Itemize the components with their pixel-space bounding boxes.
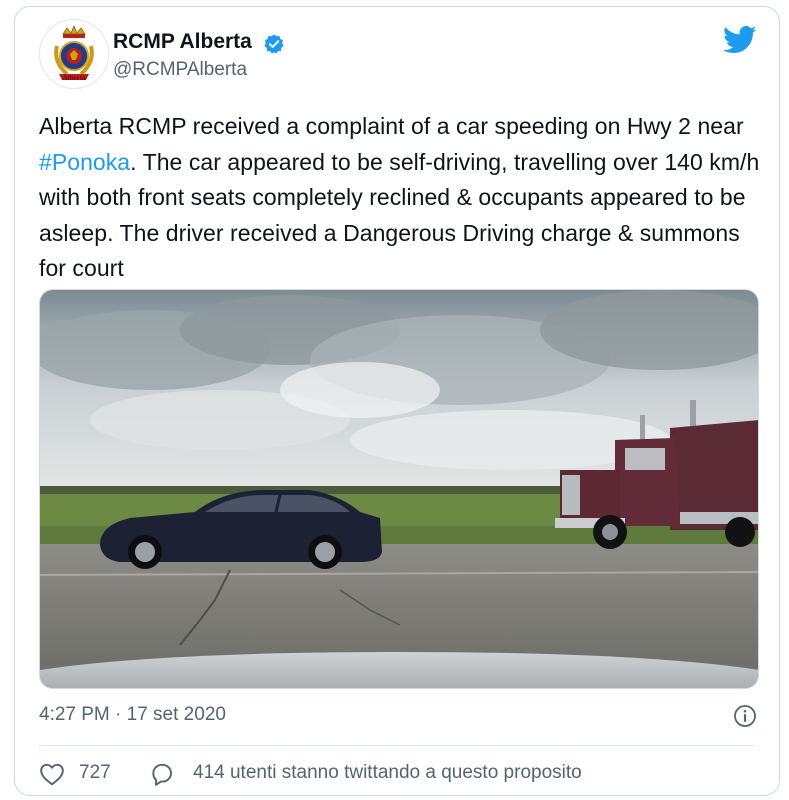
tweet-timestamp[interactable]: 4:27 PM · 17 set 2020 — [39, 704, 226, 726]
speech-bubble-icon[interactable] — [149, 761, 175, 787]
info-icon[interactable] — [733, 704, 757, 728]
tweet-text: Alberta RCMP received a complaint of a c… — [39, 109, 769, 287]
tweet-text-part-2: . The car appeared to be self-driving, t… — [39, 148, 760, 282]
author-handle[interactable]: @RCMPAlberta — [113, 59, 247, 81]
divider — [39, 745, 755, 746]
conversation-link[interactable]: 414 utenti stanno twittando a questo pro… — [193, 762, 582, 784]
author-name[interactable]: RCMP Alberta — [113, 30, 252, 54]
verified-badge-icon — [264, 34, 284, 54]
avatar-caption: Alberta — [62, 74, 86, 82]
tweet-text-part-1: Alberta RCMP received a complaint of a c… — [39, 113, 744, 139]
hashtag-link-ponoka[interactable]: #Ponoka — [39, 149, 130, 175]
avatar[interactable]: Alberta — [39, 19, 109, 89]
like-count[interactable]: 727 — [79, 762, 111, 784]
twitter-bird-icon[interactable] — [723, 25, 757, 55]
tweet-card: Alberta RCMP Alberta @RCMPAlberta Albert… — [14, 6, 780, 796]
dashcam-photo-image — [40, 290, 758, 688]
tweet-photo[interactable] — [39, 289, 759, 689]
heart-icon[interactable] — [39, 762, 65, 786]
